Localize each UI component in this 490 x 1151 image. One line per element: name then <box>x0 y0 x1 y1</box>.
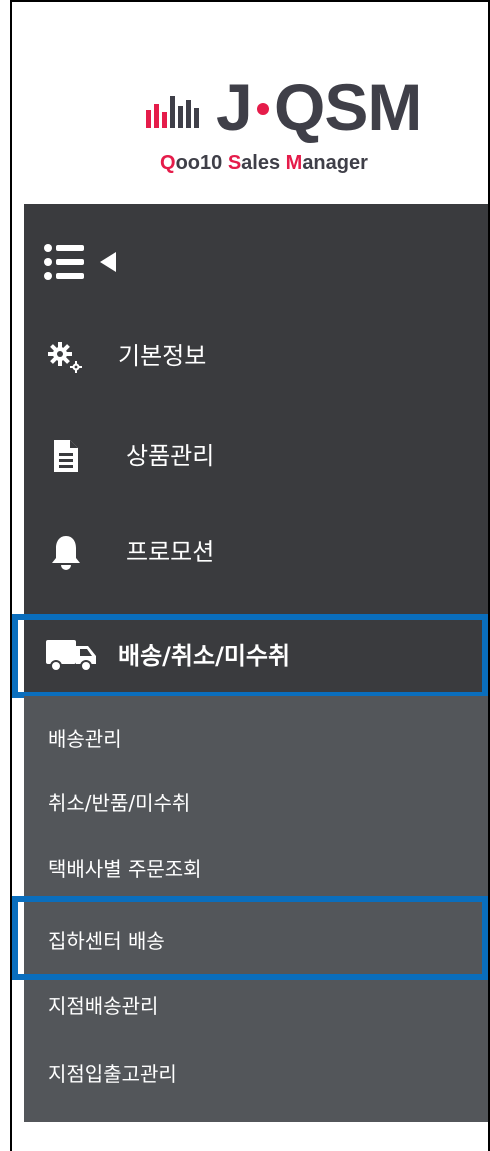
list-collapse-icon[interactable] <box>42 238 132 288</box>
highlight-box-hub-center <box>12 896 488 980</box>
logo-letter-j: J <box>216 70 253 144</box>
document-icon <box>54 440 78 472</box>
sidebar-item-label: 기본정보 <box>118 342 207 370</box>
submenu-item-branch-inout[interactable]: 지점입출고관리 <box>24 1044 488 1104</box>
jqsm-logo[interactable]: J QSM Qoo10 Sales Manager <box>24 2 488 202</box>
submenu-item-shipping-management[interactable]: 배송관리 <box>24 709 488 769</box>
sound-bars-icon <box>146 96 199 128</box>
highlight-box-shipping-menu <box>12 614 488 698</box>
logo-subtitle: Qoo10 Sales Manager <box>160 152 368 174</box>
bell-icon <box>52 536 80 570</box>
logo-dot <box>257 103 269 115</box>
submenu-item-branch-shipping[interactable]: 지점배송관리 <box>24 976 488 1036</box>
submenu-item-cancel-return[interactable]: 취소/반품/미수취 <box>24 773 488 833</box>
sidebar-item-promotion[interactable]: 프로모션 <box>24 512 488 592</box>
submenu-item-courier-order-search[interactable]: 택배사별 주문조회 <box>24 839 488 899</box>
sidebar-item-label: 상품관리 <box>126 442 215 470</box>
sidebar-item-basic-info[interactable]: 기본정보 <box>24 316 488 396</box>
gears-icon <box>48 342 82 373</box>
sidebar-item-product-management[interactable]: 상품관리 <box>24 416 488 496</box>
logo-letters-qsm: QSM <box>274 70 422 144</box>
sidebar-item-label: 프로모션 <box>126 538 215 566</box>
